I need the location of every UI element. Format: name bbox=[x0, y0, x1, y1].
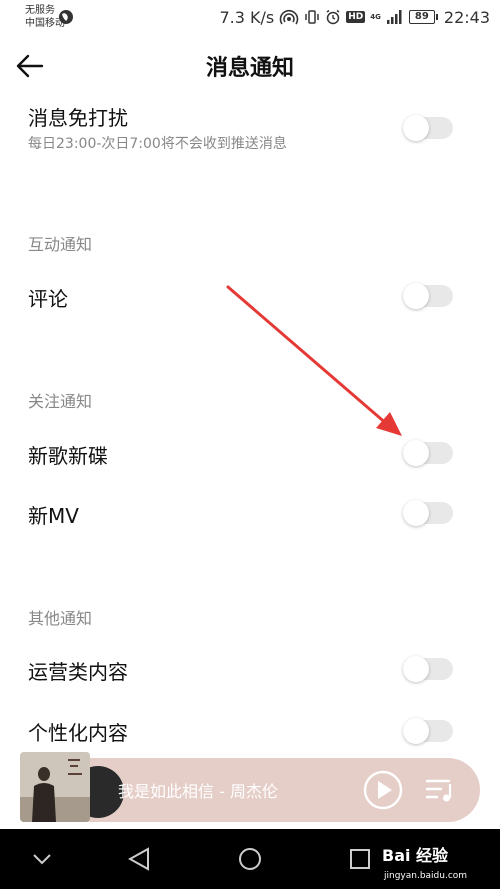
system-nav-bar: Bai 经验 jingyan.baidu.com bbox=[0, 829, 500, 889]
dnd-description: 每日23:00-次日7:00将不会收到推送消息 bbox=[28, 136, 287, 152]
play-icon[interactable] bbox=[363, 770, 403, 810]
watermark-url: jingyan.baidu.com bbox=[384, 871, 468, 881]
dnd-toggle[interactable] bbox=[403, 115, 453, 141]
section-title-other: 其他通知 bbox=[28, 609, 93, 628]
section-title-follow: 关注通知 bbox=[28, 392, 93, 411]
personalized-label: 个性化内容 bbox=[28, 721, 128, 745]
page-title: 消息通知 bbox=[205, 56, 294, 81]
watermark-brand: Bai 经验 bbox=[382, 846, 449, 865]
album-cover-art bbox=[20, 752, 90, 822]
toggle-knob bbox=[403, 500, 429, 526]
network-speed: 7.3 K/s bbox=[219, 7, 275, 27]
network-type: 4G bbox=[370, 13, 381, 21]
new-release-label: 新歌新碟 bbox=[28, 444, 108, 468]
comment-toggle[interactable] bbox=[403, 283, 453, 309]
toggle-knob bbox=[403, 283, 429, 309]
recent-apps-icon[interactable] bbox=[350, 849, 370, 869]
status-bar: 无服务 中国移动 7.3 K/s HD 4G 89 22:43 bbox=[0, 0, 500, 36]
collapse-chevron-icon[interactable] bbox=[32, 853, 52, 867]
section-title-interaction: 互动通知 bbox=[28, 235, 93, 254]
comment-label: 评论 bbox=[28, 287, 68, 311]
back-triangle-icon[interactable] bbox=[128, 847, 150, 871]
operations-label: 运营类内容 bbox=[28, 660, 128, 684]
alarm-icon bbox=[326, 9, 340, 25]
toggle-knob bbox=[403, 440, 429, 466]
now-playing-title: 我是如此相信 - 周杰伦 bbox=[118, 782, 278, 801]
mini-player[interactable]: 我是如此相信 - 周杰伦 bbox=[20, 752, 480, 822]
hotspot-icon bbox=[279, 9, 299, 25]
personalized-toggle[interactable] bbox=[403, 718, 453, 744]
clock: 22:43 bbox=[443, 7, 490, 27]
signal-icon bbox=[386, 10, 402, 24]
battery-indicator: 89 bbox=[408, 10, 438, 24]
toggle-knob bbox=[403, 656, 429, 682]
toggle-knob bbox=[403, 718, 429, 744]
toggle-knob bbox=[403, 115, 429, 141]
new-mv-toggle[interactable] bbox=[403, 500, 453, 526]
hd-badge: HD bbox=[346, 11, 366, 23]
new-release-toggle[interactable] bbox=[403, 440, 453, 466]
playlist-icon[interactable] bbox=[425, 776, 455, 804]
globe-icon bbox=[59, 10, 73, 24]
dnd-label: 消息免打扰 bbox=[28, 106, 128, 130]
new-mv-label: 新MV bbox=[28, 504, 79, 528]
home-circle-icon[interactable] bbox=[238, 847, 262, 871]
vibrate-icon bbox=[305, 10, 319, 24]
app-header: 消息通知 bbox=[0, 36, 500, 96]
status-icons: 7.3 K/s HD 4G 89 22:43 bbox=[220, 7, 491, 27]
operations-toggle[interactable] bbox=[403, 656, 453, 682]
album-cover[interactable] bbox=[20, 752, 90, 822]
